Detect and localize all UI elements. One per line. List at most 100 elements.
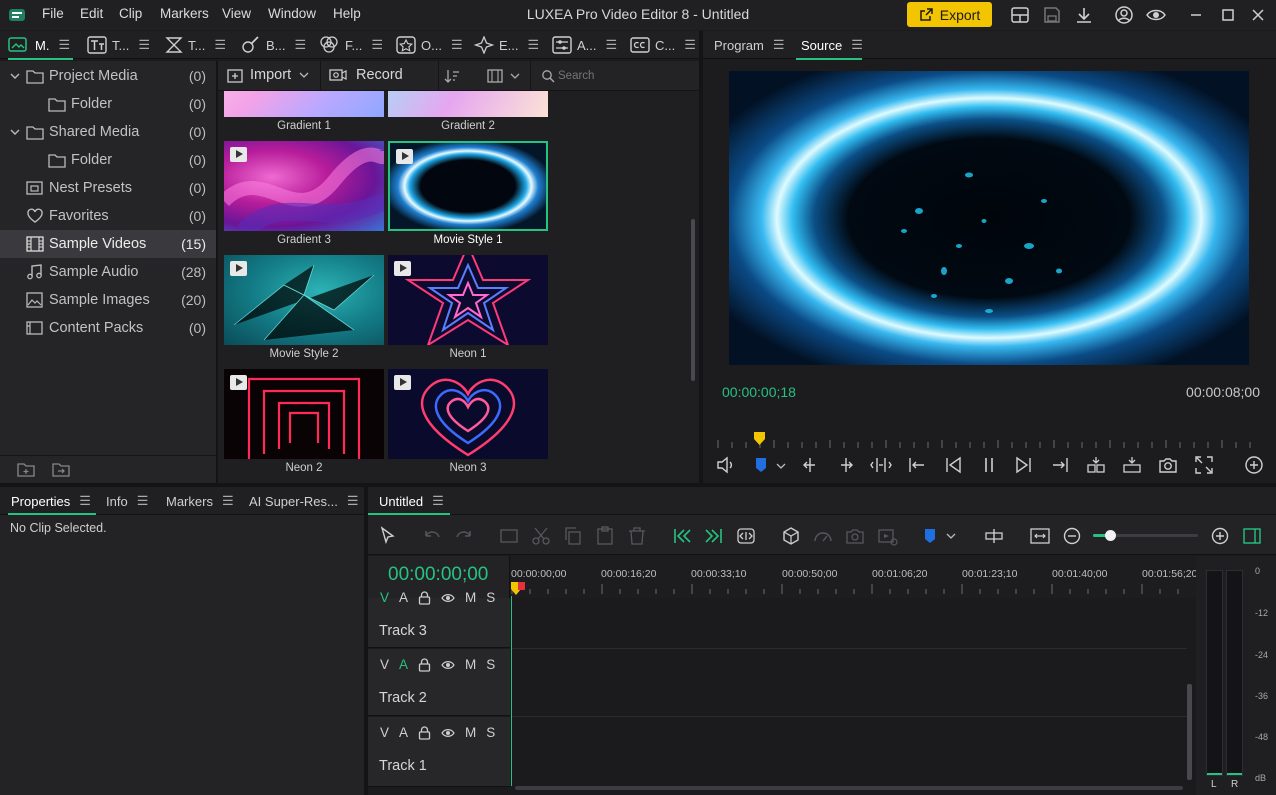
mark-clip-icon[interactable]: [870, 454, 892, 476]
chevron-down-icon[interactable]: [509, 70, 521, 82]
tree-item-project-folder[interactable]: Folder (0): [0, 90, 216, 118]
scissors-icon[interactable]: [530, 525, 552, 547]
zoom-in-icon[interactable]: [1209, 525, 1231, 547]
account-icon[interactable]: [1114, 5, 1134, 25]
tab-media[interactable]: M. ☰: [8, 31, 70, 59]
split-track-icon[interactable]: [983, 525, 1005, 547]
volume-icon[interactable]: [715, 454, 737, 476]
video-preview[interactable]: [729, 71, 1249, 365]
tree-item-shared-folder[interactable]: Folder (0): [0, 146, 216, 174]
tab-backgrounds[interactable]: B... ☰: [241, 31, 306, 59]
track-area[interactable]: [511, 596, 1196, 795]
tab-menu-icon[interactable]: ☰: [295, 37, 307, 53]
menu-edit[interactable]: Edit: [80, 6, 103, 21]
thumb-neon-2[interactable]: [224, 369, 384, 459]
thumb-gradient-3[interactable]: [224, 141, 384, 231]
playhead-handle[interactable]: [754, 432, 765, 445]
tree-item-nest-presets[interactable]: Nest Presets (0): [0, 174, 216, 202]
trash-icon[interactable]: [626, 525, 648, 547]
tab-info[interactable]: Info ☰: [106, 487, 148, 515]
step-forward-icon[interactable]: [1013, 454, 1035, 476]
thumb-neon-3[interactable]: [388, 369, 548, 459]
tab-menu-icon[interactable]: ☰: [214, 37, 226, 53]
pause-icon[interactable]: [978, 454, 1000, 476]
add-icon[interactable]: [1243, 454, 1265, 476]
chevron-down-icon[interactable]: [9, 70, 21, 82]
tab-menu-icon[interactable]: ☰: [347, 493, 359, 509]
tab-timeline-untitled[interactable]: Untitled ☰: [379, 487, 444, 515]
fit-timeline-icon[interactable]: [1029, 525, 1051, 547]
tree-item-project-media[interactable]: Project Media (0): [0, 62, 216, 90]
tab-menu-icon[interactable]: ☰: [773, 37, 785, 53]
thumb-movie-style-2[interactable]: [224, 255, 384, 345]
tab-program[interactable]: Program ☰: [714, 31, 785, 59]
tab-titles[interactable]: T... ☰: [87, 31, 150, 59]
lock-icon[interactable]: [418, 657, 431, 672]
menu-markers[interactable]: Markers: [160, 6, 209, 21]
zoom-out-icon[interactable]: [1061, 525, 1083, 547]
zoom-slider-handle[interactable]: [1105, 530, 1116, 541]
redo-icon[interactable]: [453, 525, 475, 547]
thumb-movie-style-1[interactable]: [388, 141, 548, 231]
mark-in-icon[interactable]: [799, 454, 821, 476]
tab-transitions[interactable]: T... ☰: [165, 31, 226, 59]
go-to-out-icon[interactable]: [1049, 454, 1071, 476]
jump-start-icon[interactable]: [671, 525, 693, 547]
import-button[interactable]: Import: [227, 67, 310, 83]
track-hscrollbar[interactable]: [515, 786, 1183, 790]
lock-icon[interactable]: [418, 590, 431, 605]
thumb-gradient-1[interactable]: [224, 91, 384, 117]
chevron-down-icon[interactable]: [775, 460, 787, 472]
tab-menu-icon[interactable]: ☰: [58, 37, 70, 53]
menu-help[interactable]: Help: [333, 6, 361, 21]
jump-end-icon[interactable]: [703, 525, 725, 547]
mark-out-icon[interactable]: [835, 454, 857, 476]
preview-eye-icon[interactable]: [1146, 5, 1166, 25]
new-folder-icon[interactable]: [17, 461, 35, 477]
tree-item-sample-audio[interactable]: Sample Audio (28): [0, 258, 216, 286]
save-icon[interactable]: [1042, 5, 1062, 25]
record-button[interactable]: Record: [329, 67, 403, 83]
undo-icon[interactable]: [421, 525, 443, 547]
zoom-slider[interactable]: [1093, 530, 1198, 541]
chevron-down-icon[interactable]: [9, 126, 21, 138]
tab-menu-icon[interactable]: ☰: [606, 37, 618, 53]
timeline-marker-icon[interactable]: [920, 525, 942, 547]
audio-toggle[interactable]: A: [399, 725, 408, 740]
thumb-neon-1[interactable]: [388, 255, 548, 345]
search-input[interactable]: [558, 66, 688, 86]
tab-overlays[interactable]: O... ☰: [396, 31, 463, 59]
go-to-in-icon[interactable]: [906, 454, 928, 476]
sort-icon[interactable]: [444, 68, 460, 84]
tab-menu-icon[interactable]: ☰: [137, 493, 149, 509]
tab-menu-icon[interactable]: ☰: [851, 37, 863, 53]
minimize-icon[interactable]: [1186, 5, 1206, 25]
copy-icon[interactable]: [562, 525, 584, 547]
tree-item-sample-images[interactable]: Sample Images (20): [0, 286, 216, 314]
record-voiceover-icon[interactable]: [876, 525, 898, 547]
tree-item-sample-videos[interactable]: Sample Videos (15): [0, 230, 216, 258]
eye-icon[interactable]: [441, 592, 455, 604]
insert-icon[interactable]: [1085, 454, 1107, 476]
keyframe-cube-icon[interactable]: [780, 525, 802, 547]
eye-icon[interactable]: [441, 727, 455, 739]
tab-menu-icon[interactable]: ☰: [451, 37, 463, 53]
tab-menu-icon[interactable]: ☰: [79, 493, 91, 509]
solo-toggle[interactable]: S: [486, 590, 495, 605]
close-icon[interactable]: [1248, 5, 1268, 25]
speed-icon[interactable]: [812, 525, 834, 547]
maximize-icon[interactable]: [1218, 5, 1238, 25]
tab-markers[interactable]: Markers ☰: [166, 487, 234, 515]
tab-menu-icon[interactable]: ☰: [138, 37, 150, 53]
tab-source[interactable]: Source ☰: [801, 31, 863, 59]
tab-audio-effects[interactable]: A... ☰: [552, 31, 617, 59]
view-grid-icon[interactable]: [487, 68, 503, 84]
step-back-icon[interactable]: [942, 454, 964, 476]
tab-elements[interactable]: E... ☰: [474, 31, 539, 59]
mute-toggle[interactable]: M: [465, 657, 476, 672]
tree-item-content-packs[interactable]: Content Packs (0): [0, 314, 216, 342]
select-tool-icon[interactable]: [377, 525, 399, 547]
freeze-frame-icon[interactable]: [844, 525, 866, 547]
tab-menu-icon[interactable]: ☰: [371, 37, 383, 53]
eye-icon[interactable]: [441, 659, 455, 671]
